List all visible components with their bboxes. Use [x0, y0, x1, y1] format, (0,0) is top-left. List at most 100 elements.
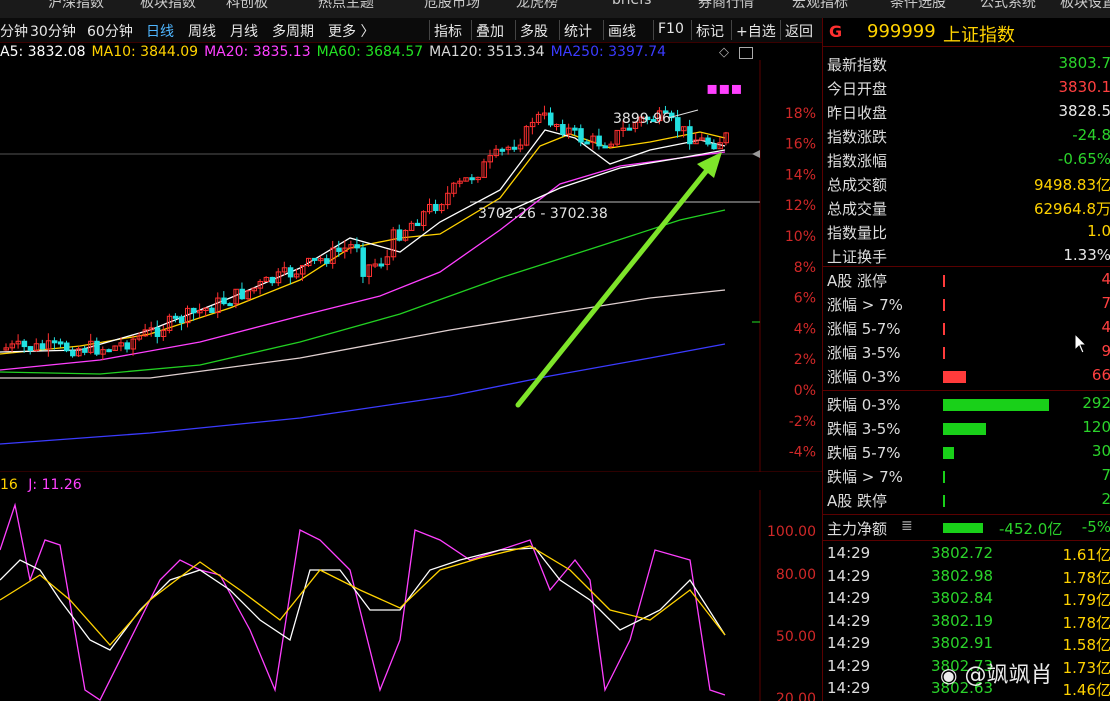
- period-button[interactable]: 30分钟: [30, 21, 76, 41]
- breadth-label: 跌幅 5-7%: [827, 444, 901, 462]
- divider: [823, 390, 1110, 391]
- quote-label: 指数量比: [827, 224, 888, 242]
- top-menu-item[interactable]: 科创板: [226, 0, 268, 12]
- top-menu-item[interactable]: 公式系统: [980, 0, 1036, 12]
- index-header: G 999999 上证指数: [823, 18, 1110, 47]
- ma-legend-item: MA60: 3684.57: [316, 44, 424, 60]
- tool-button[interactable]: +自选: [736, 21, 776, 41]
- tick-amount: 1.79亿: [1062, 591, 1110, 609]
- tick-price: 3802.19: [931, 611, 994, 630]
- pct-axis-label: 0%: [794, 383, 816, 399]
- toolbar-separator: [731, 20, 732, 40]
- breadth-value: 4: [1101, 270, 1110, 288]
- breadth-row: 跌幅 5-7% 30: [827, 440, 1110, 464]
- tool-button[interactable]: 标记: [696, 21, 724, 41]
- candle-body: [705, 137, 711, 145]
- divider: [823, 266, 1110, 267]
- candle-body: [511, 146, 518, 150]
- period-button[interactable]: 分钟: [0, 21, 28, 41]
- tool-button[interactable]: 指标: [434, 21, 462, 41]
- candle-body: [396, 229, 403, 241]
- quote-value: -0.65%: [1057, 150, 1110, 168]
- top-menu-item[interactable]: 龙虎榜: [516, 0, 558, 12]
- breadth-value: 30: [1091, 442, 1110, 460]
- quote-row: 昨日收盘 3828.5: [827, 100, 1110, 124]
- tool-button[interactable]: 画线: [608, 21, 636, 41]
- candle-body: [287, 267, 294, 278]
- candle-body: [711, 143, 717, 150]
- ma-legend-item: MA120: 3513.34: [429, 44, 545, 60]
- kline-chart[interactable]: 18% 16% 14% 12% 10% 8% 6% 4% 2% 0% -2% -4% 3899.96 37…: [0, 60, 822, 472]
- index-code: 999999: [867, 21, 936, 42]
- candle-body: [596, 135, 602, 147]
- top-menu-item[interactable]: 条件选股: [890, 0, 946, 12]
- top-menu-item[interactable]: 热点主题: [318, 0, 374, 12]
- kdj-k-line: [0, 547, 726, 651]
- list-icon[interactable]: ≣: [901, 518, 913, 534]
- candle-body: [560, 124, 566, 135]
- candle-body: [360, 247, 366, 277]
- breadth-value: 2: [1101, 490, 1110, 508]
- breadth-row: 跌幅 0-3% 292: [827, 392, 1110, 416]
- tool-button[interactable]: 多股: [520, 21, 548, 41]
- tick-price: 3802.98: [931, 566, 994, 585]
- tick-amount: 1.78亿: [1062, 568, 1110, 587]
- top-menu-item[interactable]: 宏观指标: [792, 0, 848, 12]
- period-button[interactable]: 日线: [146, 21, 174, 41]
- candle-body: [548, 112, 554, 126]
- tick-time: 14:29: [827, 656, 871, 675]
- tick-time: 14:29: [827, 589, 871, 607]
- tick-amount: 1.58亿: [1062, 636, 1110, 654]
- candle-body: [82, 348, 88, 353]
- top-menu-item[interactable]: 板块设置: [1060, 0, 1110, 12]
- ma-legend-item: MA10: 3844.09: [91, 44, 199, 60]
- quote-row: 总成交额 9498.83亿: [827, 172, 1110, 196]
- tick-price: 3802.72: [931, 544, 994, 562]
- period-button[interactable]: 更多 〉: [328, 21, 374, 41]
- candle-body: [378, 263, 385, 267]
- candle-body: [21, 340, 28, 348]
- watermark-text: @飒飒肖: [964, 663, 1053, 688]
- quote-row: 上证换手 1.33%: [827, 244, 1110, 268]
- weibo-watermark: ◉ @飒飒肖: [940, 657, 1052, 689]
- breadth-value: 292: [1082, 394, 1110, 412]
- breadth-row: 跌幅 > 7% 7: [827, 464, 1110, 488]
- candle-body: [578, 128, 584, 143]
- top-menu-item[interactable]: 券商行情: [698, 0, 754, 12]
- osc-axis-label: 50.00: [776, 629, 816, 645]
- osc-axis-label: 100.00: [767, 524, 816, 540]
- period-button[interactable]: 月线: [230, 21, 258, 41]
- candle-body: [414, 222, 421, 227]
- osc-axis-label: 20.00: [776, 691, 816, 701]
- tool-button[interactable]: 叠加: [476, 21, 504, 41]
- top-menu-item[interactable]: 危股市场: [424, 0, 480, 12]
- pct-axis-label: 4%: [794, 321, 816, 337]
- period-button[interactable]: 周线: [188, 21, 216, 41]
- top-menu-item[interactable]: briefs: [612, 0, 651, 8]
- tick-row: 14:29 3802.91 1.58亿: [827, 632, 1110, 656]
- window-icon[interactable]: [739, 47, 753, 59]
- diamond-icon[interactable]: ◇: [719, 45, 729, 60]
- period-button[interactable]: 多周期: [272, 21, 314, 41]
- top-menu-item[interactable]: 沪深指数: [48, 0, 104, 12]
- kdj-chart[interactable]: 100.00 80.00 50.00 20.00: [0, 490, 822, 701]
- tick-row: 14:29 3802.72 1.61亿: [827, 542, 1110, 566]
- candle-body: [499, 148, 506, 152]
- period-button[interactable]: 60分钟: [87, 21, 133, 41]
- tool-button[interactable]: 返回: [785, 21, 813, 41]
- quote-label: 总成交额: [827, 176, 888, 194]
- quote-value: -24.8: [1072, 126, 1110, 144]
- candle-body: [221, 297, 227, 305]
- main-flow-bar: [943, 523, 983, 533]
- candle-body: [51, 340, 58, 344]
- toolbar-separator: [780, 20, 781, 40]
- tick-row: 14:29 3802.19 1.78亿: [827, 610, 1110, 634]
- tool-button[interactable]: F10: [658, 21, 684, 37]
- tool-button[interactable]: 统计: [564, 21, 592, 41]
- pct-axis-label: -4%: [789, 445, 816, 461]
- breadth-label: 涨幅 0-3%: [827, 368, 901, 386]
- toolbar-separator: [429, 20, 430, 40]
- top-menu-item[interactable]: 板块指数: [140, 0, 196, 12]
- mouse-cursor-icon: [1074, 333, 1088, 354]
- kdj-d-line: [0, 545, 726, 646]
